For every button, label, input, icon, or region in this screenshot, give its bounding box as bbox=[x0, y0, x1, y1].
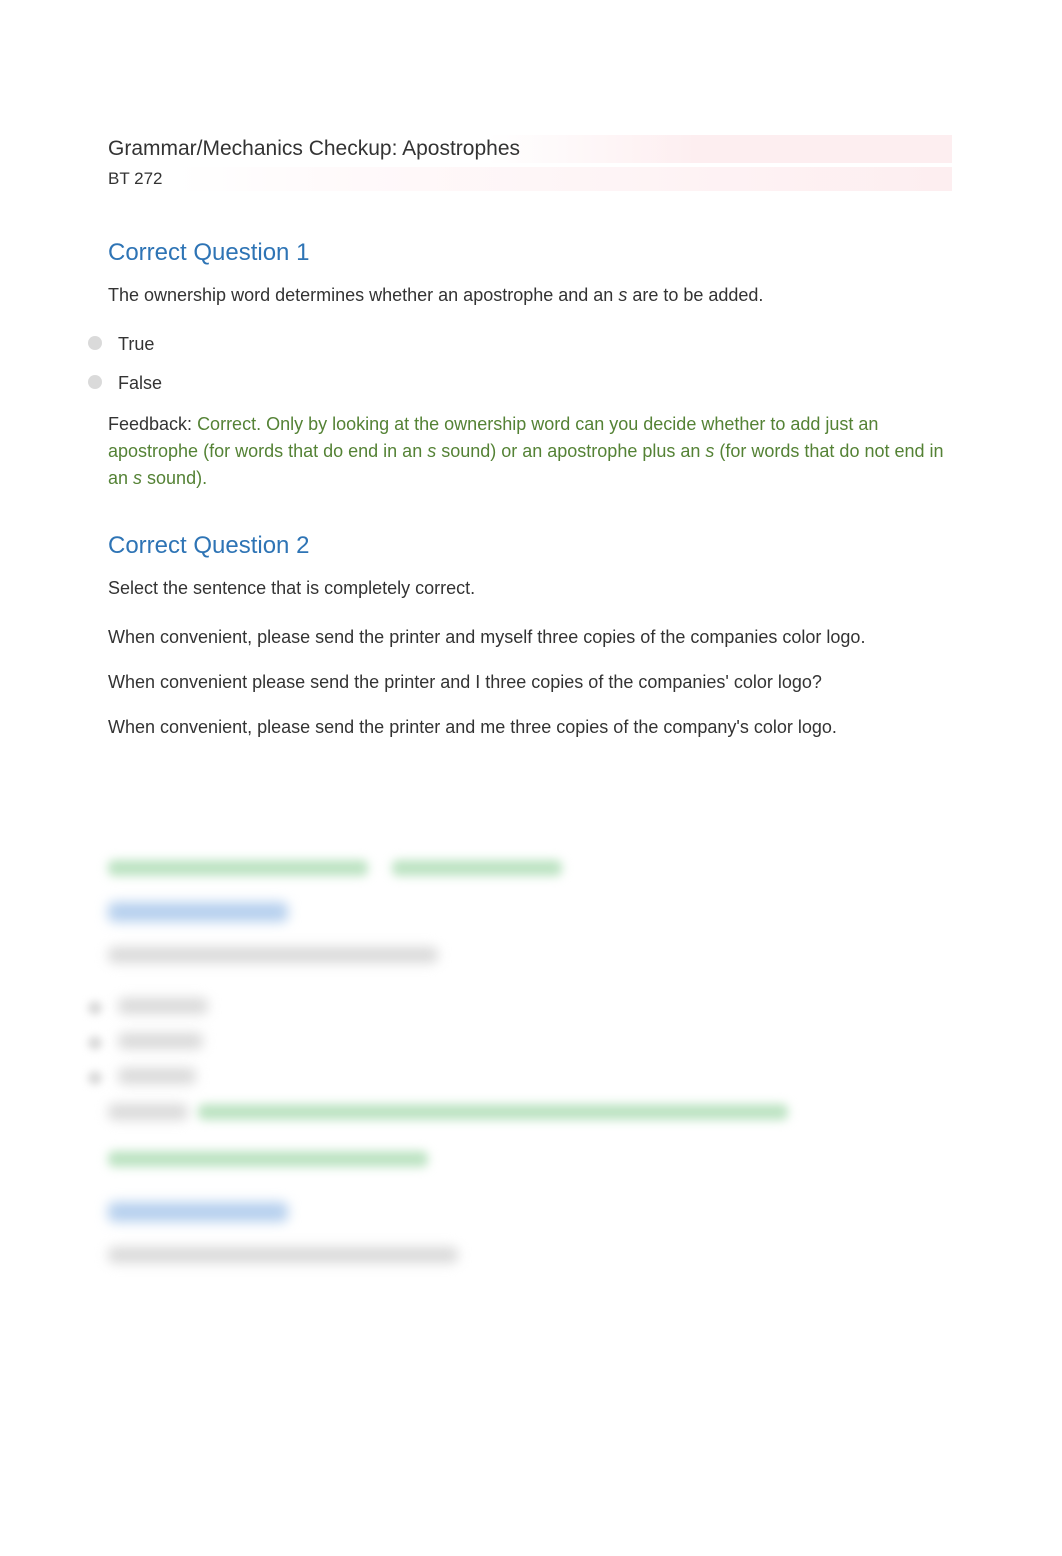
q1-feedback-label: Feedback: bbox=[108, 414, 197, 434]
question-2-heading: Correct Question 2 bbox=[108, 532, 952, 560]
q2-option-b-row[interactable]: When convenient please send the printer … bbox=[108, 670, 952, 695]
doc-title: Grammar/Mechanics Checkup: Apostrophes bbox=[108, 135, 952, 163]
q2-option-c-label: When convenient, please send the printer… bbox=[108, 715, 837, 740]
q1-feedback-body: Correct. Only by looking at the ownershi… bbox=[108, 414, 944, 488]
q1-fb-i1: s bbox=[427, 441, 436, 461]
question-1-prompt: The ownership word determines whether an… bbox=[108, 283, 952, 308]
q1-fb-tail: sound). bbox=[142, 468, 207, 488]
q1-prompt-pre: The ownership word determines whether an… bbox=[108, 285, 618, 305]
blurred-content bbox=[108, 860, 952, 1268]
question-2-prompt: Select the sentence that is completely c… bbox=[108, 576, 952, 601]
q1-feedback: Feedback: Correct. Only by looking at th… bbox=[108, 411, 952, 492]
q1-fb-i3: s bbox=[133, 468, 142, 488]
q1-prompt-italic: s bbox=[618, 285, 627, 305]
q1-option-false-label: False bbox=[118, 371, 162, 396]
q2-option-a-row[interactable]: When convenient, please send the printer… bbox=[108, 625, 952, 650]
q1-fb-mid: sound) or an apostrophe plus an bbox=[436, 441, 705, 461]
q1-option-true-label: True bbox=[118, 332, 154, 357]
q1-option-true-row[interactable]: True bbox=[88, 332, 952, 357]
q1-option-false-row[interactable]: False bbox=[88, 371, 952, 396]
q2-option-b-label: When convenient please send the printer … bbox=[108, 670, 822, 695]
question-1-heading: Correct Question 1 bbox=[108, 239, 952, 267]
radio-icon[interactable] bbox=[88, 336, 102, 350]
page: Grammar/Mechanics Checkup: Apostrophes B… bbox=[0, 0, 1062, 1268]
question-2: Correct Question 2 Select the sentence t… bbox=[108, 532, 952, 741]
q2-option-a-label: When convenient, please send the printer… bbox=[108, 625, 865, 650]
q2-option-c-row[interactable]: When convenient, please send the printer… bbox=[108, 715, 952, 740]
question-1: Correct Question 1 The ownership word de… bbox=[108, 239, 952, 492]
doc-subtitle: BT 272 bbox=[108, 167, 952, 191]
radio-icon[interactable] bbox=[88, 375, 102, 389]
q1-prompt-post: are to be added. bbox=[627, 285, 763, 305]
